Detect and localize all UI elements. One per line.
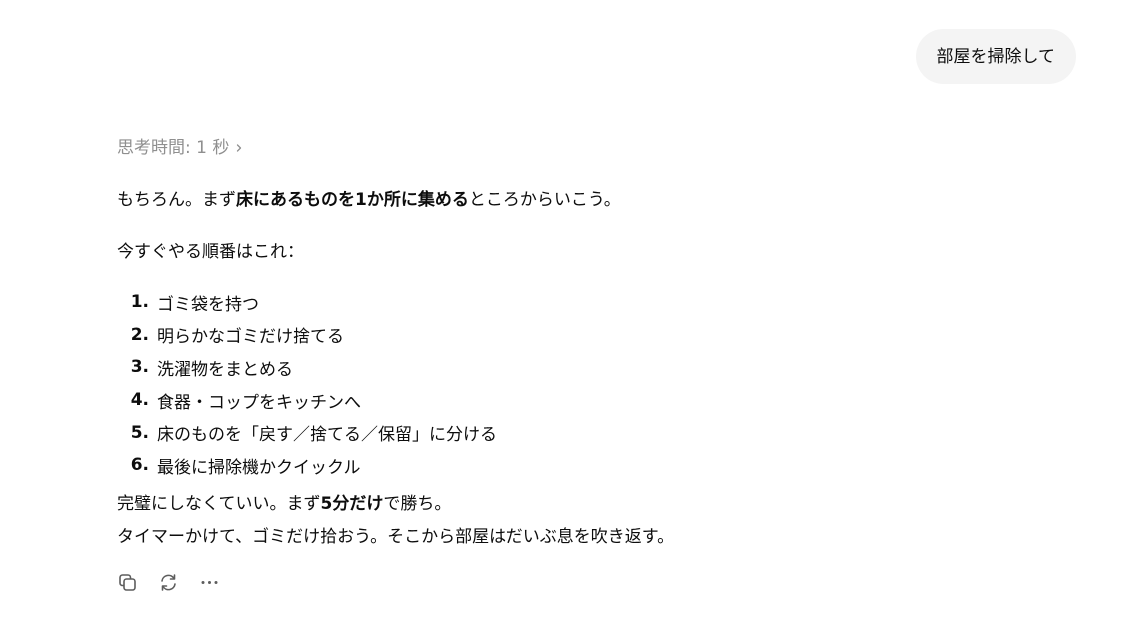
list-item: 5. 床のものを「戻す／捨てる／保留」に分ける bbox=[117, 416, 1077, 449]
step-number: 2. bbox=[130, 324, 149, 345]
closing-text-post: で勝ち。 bbox=[383, 493, 452, 514]
step-text: 最後に掃除機かクイックル bbox=[157, 457, 361, 478]
step-number: 4. bbox=[130, 390, 149, 411]
assistant-message: 思考時間: 1 秒 もちろん。まず床にあるものを1か所に集めるところからいこう。… bbox=[117, 134, 1077, 595]
closing-text-pre: 完璧にしなくていい。まず bbox=[117, 493, 321, 514]
list-item: 6. 最後に掃除機かクイックル bbox=[117, 449, 1077, 482]
thinking-time-label: 思考時間: 1 秒 bbox=[117, 138, 230, 158]
step-text: 食器・コップをキッチンへ bbox=[157, 392, 361, 413]
intro-text-bold: 床にあるものを1か所に集める bbox=[236, 190, 469, 210]
message-actions bbox=[117, 571, 1077, 595]
step-text: 明らかなゴミだけ捨てる bbox=[157, 327, 344, 348]
intro-paragraph: もちろん。まず床にあるものを1か所に集めるところからいこう。 bbox=[117, 184, 1077, 217]
chat-page: 部屋を掃除して 思考時間: 1 秒 もちろん。まず床にあるものを1か所に集めると… bbox=[0, 0, 1135, 640]
thinking-time-toggle[interactable]: 思考時間: 1 秒 bbox=[117, 134, 243, 162]
step-text: 床のものを「戻す／捨てる／保留」に分ける bbox=[157, 425, 497, 446]
user-message-text: 部屋を掃除して bbox=[936, 46, 1056, 67]
step-number: 5. bbox=[130, 422, 149, 443]
step-text: ゴミ袋を持つ bbox=[157, 294, 259, 315]
list-item: 3. 洗濯物をまとめる bbox=[117, 351, 1077, 384]
list-item: 1. ゴミ袋を持つ bbox=[117, 286, 1077, 319]
regenerate-button[interactable] bbox=[158, 572, 179, 593]
closing-paragraph: 完璧にしなくていい。まず5分だけで勝ち。 タイマーかけて、ゴミだけ拾おう。そこか… bbox=[117, 488, 1077, 554]
step-number: 3. bbox=[130, 357, 149, 378]
steps-list: 1. ゴミ袋を持つ 2. 明らかなゴミだけ捨てる 3. 洗濯物をまとめる 4. 食器・コ… bbox=[117, 286, 1077, 482]
more-options-button[interactable] bbox=[199, 572, 220, 593]
closing-line-2: タイマーかけて、ゴミだけ拾おう。そこから部屋はだいぶ息を吹き返す。 bbox=[117, 526, 675, 547]
closing-text-bold: 5分だけ bbox=[320, 493, 384, 514]
copy-button[interactable] bbox=[117, 572, 138, 593]
intro-text-post: ところからいこう。 bbox=[468, 190, 621, 210]
list-item: 2. 明らかなゴミだけ捨てる bbox=[117, 319, 1077, 352]
order-heading: 今すぐやる順番はこれ： bbox=[117, 242, 304, 262]
regenerate-icon bbox=[161, 574, 176, 591]
step-number: 1. bbox=[130, 292, 149, 313]
intro-text-pre: もちろん。まず bbox=[117, 190, 236, 210]
step-number: 6. bbox=[130, 455, 149, 476]
step-text: 洗濯物をまとめる bbox=[157, 359, 293, 380]
user-message-bubble: 部屋を掃除して bbox=[915, 29, 1076, 84]
more-icon bbox=[201, 581, 218, 585]
chevron-right-icon bbox=[237, 144, 242, 152]
closing-line-1: 完璧にしなくていい。まず5分だけで勝ち。 bbox=[117, 488, 1077, 521]
list-item: 4. 食器・コップをキッチンへ bbox=[117, 384, 1077, 417]
copy-icon bbox=[119, 574, 136, 591]
